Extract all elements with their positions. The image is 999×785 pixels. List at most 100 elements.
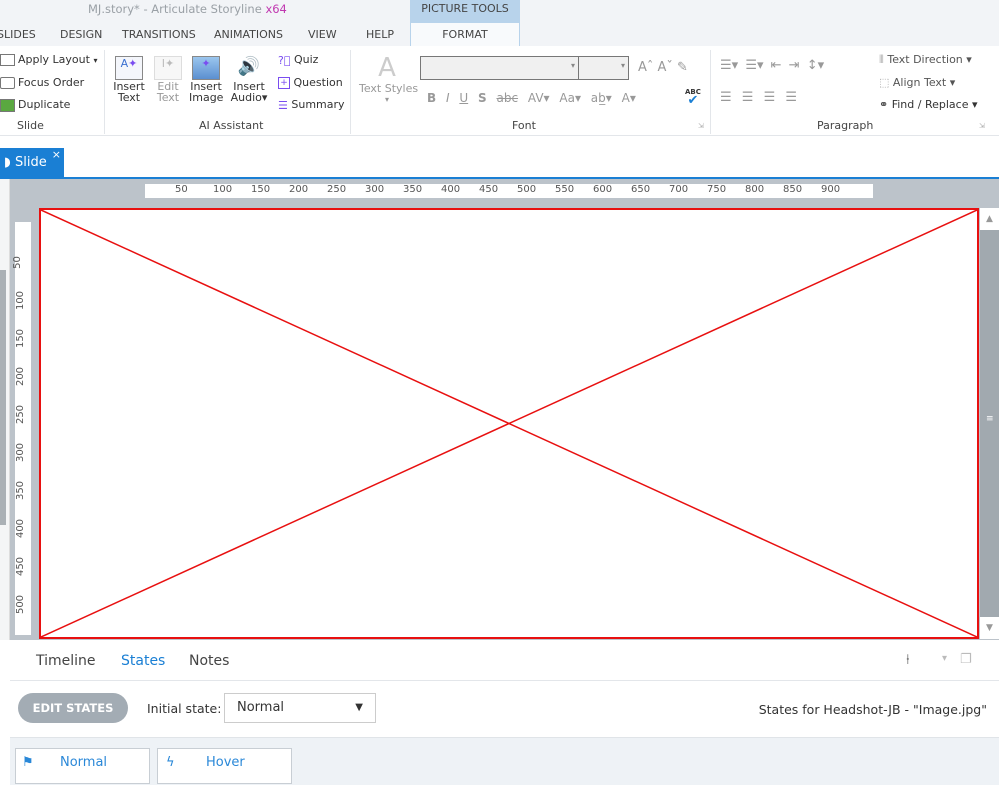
tab-format[interactable]: FORMAT	[410, 23, 520, 47]
picture-tools-label: PICTURE TOOLS	[410, 0, 520, 23]
ruler-tick-label: 600	[593, 184, 613, 195]
find-replace-button[interactable]: ⚭ Find / Replace ▾	[879, 98, 978, 111]
list-buttons[interactable]: ☰▾ ☰▾ ⇤ ⇥ ↕▾	[720, 58, 824, 73]
ruler-tick-label: 200	[15, 366, 27, 387]
line-spacing-icon[interactable]: ↕▾	[807, 58, 824, 73]
ruler-tick-label: 300	[15, 442, 27, 463]
ruler-tick-label: 50	[175, 184, 188, 195]
bold-button[interactable]: B	[427, 91, 436, 105]
align-panel-icon[interactable]: ⍿	[906, 652, 910, 668]
text-direction-label: Text Direction	[887, 53, 963, 66]
edit-text-label-2: Text	[156, 91, 180, 104]
ruler-tick-label: 500	[517, 184, 537, 195]
insert-image-button[interactable]: ✦ Insert Image	[189, 56, 223, 104]
document-tab-slide[interactable]: ◗ Slide ×	[0, 148, 64, 177]
tab-view[interactable]: VIEW	[308, 28, 337, 41]
states-for-label: States for Headshot-JB - "Image.jpg"	[758, 702, 987, 717]
ruler-tick-label: 250	[15, 404, 27, 425]
ai-audio-icon: 🔊	[237, 56, 261, 77]
state-hover[interactable]: ϟ Hover	[157, 748, 292, 784]
ruler-tick-label: 400	[15, 518, 27, 539]
shadow-button[interactable]: S	[478, 91, 487, 105]
summary-icon: ☰	[278, 98, 288, 112]
strikethrough-button[interactable]: abc	[496, 91, 518, 105]
tab-animations[interactable]: ANIMATIONS	[214, 28, 283, 41]
font-family-select[interactable]: ▾	[420, 56, 579, 80]
tab-notes[interactable]: Notes	[189, 653, 229, 669]
chevron-down-icon[interactable]: ▾	[942, 653, 947, 664]
vertical-ruler: 50 100 150 200 250 300 350 400 450 500	[12, 222, 31, 635]
quiz-button[interactable]: ?⃝ Quiz	[278, 53, 318, 67]
bullets-icon[interactable]: ☰▾	[720, 58, 738, 73]
change-case-button[interactable]: Aa	[559, 91, 575, 105]
initial-state-value: Normal	[237, 700, 285, 715]
align-text-button[interactable]: ⬚ Align Text ▾	[879, 76, 955, 89]
tab-help[interactable]: HELP	[366, 28, 394, 41]
restore-window-icon[interactable]: ❐	[960, 652, 972, 667]
text-styles-icon: A	[378, 53, 396, 83]
image-placeholder[interactable]	[39, 208, 979, 639]
dialog-launcher-icon[interactable]: ⇲	[698, 122, 704, 130]
chevron-down-icon: ▾	[570, 61, 575, 70]
bottom-panel: Timeline States Notes ⍿ ▾ ❐ EDIT STATES …	[10, 640, 999, 785]
tab-design[interactable]: DESIGN	[60, 28, 102, 41]
vertical-scrollbar[interactable]: ▲ ≡ ▼	[980, 208, 999, 639]
insert-audio-button[interactable]: 🔊 Insert Audio▾	[229, 56, 269, 104]
quiz-label: Quiz	[293, 53, 319, 66]
font-grow-shrink[interactable]: Aˆ Aˇ ✎	[638, 60, 688, 75]
ruler-tick-label: 850	[783, 184, 803, 195]
align-buttons[interactable]: ☰ ☰ ☰ ☰	[720, 90, 797, 105]
arch-label: x64	[265, 2, 287, 16]
close-icon[interactable]: ×	[52, 140, 61, 169]
ruler-tick-label: 500	[15, 594, 27, 615]
text-styles-button[interactable]: A Text Styles ▾	[359, 53, 418, 104]
ruler-tick-label: 900	[821, 184, 841, 195]
question-button[interactable]: + Question	[278, 76, 343, 89]
focus-order-icon	[0, 77, 15, 89]
summary-label: Summary	[291, 98, 345, 111]
ai-text-icon: A✦	[115, 56, 143, 80]
tab-slides[interactable]: SLIDES	[0, 28, 36, 41]
ruler-tick-label: 650	[631, 184, 651, 195]
duplicate-button[interactable]: Duplicate	[0, 98, 70, 112]
font-color-button[interactable]: A	[622, 91, 630, 105]
underline-button[interactable]: U	[459, 91, 468, 105]
left-scrollbar[interactable]	[0, 270, 6, 525]
edit-states-button[interactable]: EDIT STATES	[18, 693, 128, 723]
ruler-tick-label: 800	[745, 184, 765, 195]
divider	[350, 50, 351, 134]
dialog-launcher-icon[interactable]: ⇲	[979, 122, 985, 130]
align-text-label: Align Text	[892, 76, 947, 89]
italic-button[interactable]: I	[446, 91, 450, 105]
state-normal[interactable]: ⚑ Normal	[15, 748, 150, 784]
find-replace-label: Find / Replace	[891, 98, 969, 111]
chevron-down-icon: ▾	[384, 95, 389, 104]
apply-layout-label: Apply Layout	[18, 53, 90, 66]
tab-timeline[interactable]: Timeline	[36, 653, 96, 669]
apply-layout-button[interactable]: Apply Layout ▾	[0, 53, 97, 66]
font-size-select[interactable]: ▾	[578, 56, 629, 80]
highlight-button[interactable]: ab̲	[591, 91, 606, 105]
spell-check-button[interactable]: ABC ✔	[685, 88, 701, 107]
scroll-up-button[interactable]: ▲	[980, 208, 999, 230]
scroll-thumb-grip[interactable]: ≡	[986, 414, 994, 424]
missing-image-x	[41, 210, 977, 637]
initial-state-select[interactable]: Normal ▼	[224, 693, 376, 723]
quiz-icon: ?⃝	[278, 53, 291, 67]
numbering-icon[interactable]: ☰▾	[745, 58, 763, 73]
font-format-buttons[interactable]: B I U S abc AV▾ Aa▾ ab̲▾ A▾	[427, 91, 636, 105]
character-spacing-button[interactable]: AV	[528, 91, 544, 105]
ruler-tick-label: 100	[213, 184, 233, 195]
summary-button[interactable]: ☰ Summary	[278, 98, 345, 112]
document-tab-label: Slide	[14, 155, 47, 170]
text-direction-icon: ⦀	[879, 53, 884, 66]
ruler-tick-label: 300	[365, 184, 385, 195]
tab-transitions[interactable]: TRANSITIONS	[122, 28, 196, 41]
edit-text-button[interactable]: I✦ Edit Text	[152, 56, 184, 104]
focus-order-button[interactable]: Focus Order	[0, 76, 84, 89]
insert-text-button[interactable]: A✦ Insert Text	[113, 56, 145, 104]
tab-states[interactable]: States	[121, 653, 165, 669]
text-direction-button[interactable]: ⦀ Text Direction ▾	[879, 53, 972, 67]
scroll-down-button[interactable]: ▼	[980, 617, 999, 639]
indent-icons[interactable]: ⇤ ⇥	[771, 58, 800, 73]
